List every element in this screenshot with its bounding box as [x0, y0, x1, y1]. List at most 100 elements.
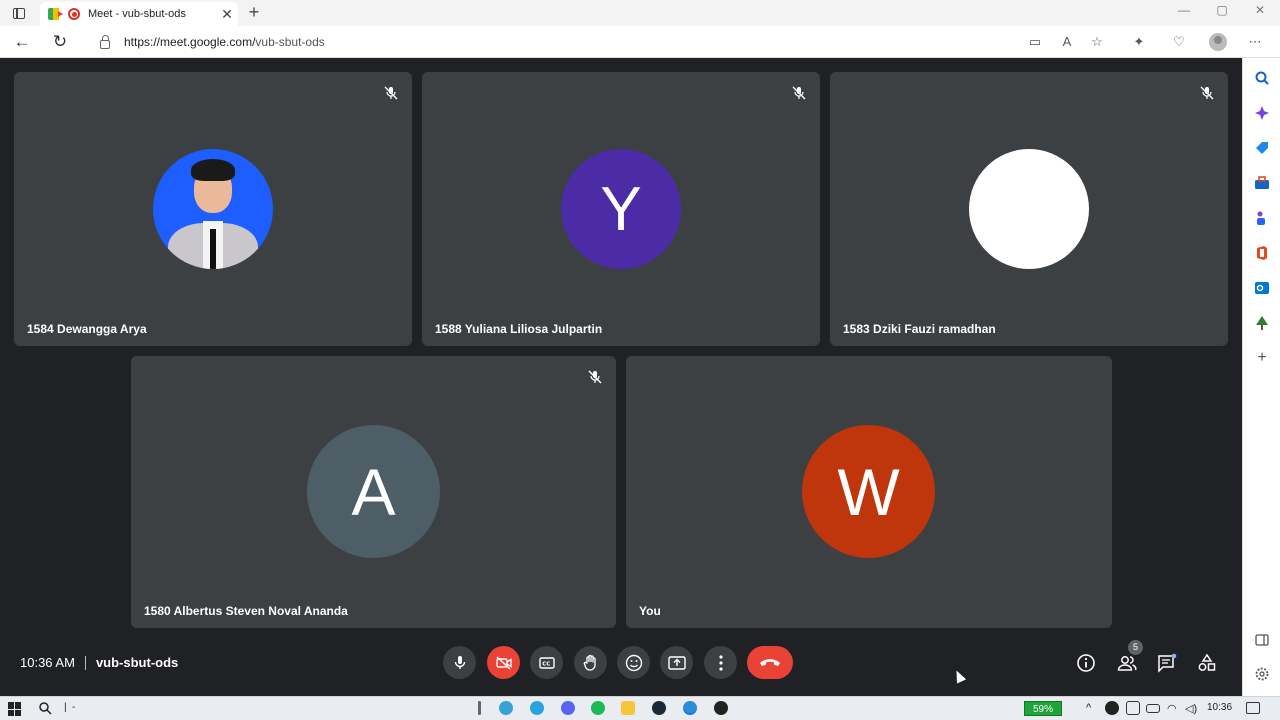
edge-browser-icon[interactable] — [499, 701, 513, 715]
participant-avatar: A — [307, 425, 440, 558]
participant-tile[interactable]: 1584 Dewangga Arya — [14, 72, 412, 346]
captions-button[interactable]: CC — [530, 646, 563, 679]
read-aloud-icon[interactable]: A — [1058, 33, 1076, 51]
shopping-icon[interactable] — [1254, 140, 1270, 156]
activities-button[interactable] — [1196, 652, 1218, 674]
more-options-icon — [718, 654, 723, 671]
search-icon[interactable] — [38, 701, 52, 715]
participant-tile[interactable]: A 1580 Albertus Steven Noval Ananda — [131, 356, 616, 628]
self-avatar: W — [802, 425, 935, 558]
close-window-icon[interactable]: ✕ — [1248, 3, 1272, 17]
raise-hand-button[interactable] — [574, 646, 607, 679]
browser-tab[interactable]: Meet - vub-sbut-ods ✕ — [40, 2, 238, 26]
battery-indicator[interactable]: 59% — [1024, 701, 1062, 716]
telegram-icon[interactable] — [530, 701, 544, 715]
recording-icon — [68, 8, 80, 20]
mic-button[interactable] — [443, 646, 476, 679]
chat-button[interactable] — [1156, 652, 1178, 674]
edge-sidebar: + — [1242, 58, 1280, 696]
favorite-icon[interactable]: ☆ — [1088, 33, 1106, 51]
tab-actions-icon[interactable] — [8, 4, 30, 22]
tools-icon[interactable] — [1254, 175, 1270, 191]
battery-icon[interactable] — [1146, 704, 1160, 713]
participant-name: 1583 Dziki Fauzi ramadhan — [843, 322, 996, 336]
outlook-icon[interactable] — [1254, 280, 1270, 296]
profile-avatar[interactable] — [1209, 33, 1227, 51]
close-tab-icon[interactable]: ✕ — [216, 6, 238, 23]
divider — [84, 655, 86, 670]
present-button[interactable] — [660, 646, 693, 679]
volume-icon[interactable]: ◁) — [1185, 702, 1197, 715]
minimize-icon[interactable]: — — [1172, 3, 1196, 17]
add-icon[interactable]: + — [1254, 350, 1270, 366]
camera-off-icon — [495, 655, 512, 670]
office-icon[interactable] — [1254, 245, 1270, 261]
camera-permission-icon[interactable]: ▭ — [1026, 33, 1044, 51]
activities-icon — [1198, 653, 1216, 671]
file-explorer-icon[interactable] — [621, 701, 635, 715]
url-field[interactable]: https://meet.google.com/vub-sbut-ods — [86, 30, 1120, 54]
reload-icon[interactable]: ↻ — [50, 32, 70, 52]
notification-icon[interactable] — [1246, 702, 1260, 714]
chevron-up-icon[interactable]: ^ — [1086, 702, 1091, 714]
more-options-button[interactable] — [704, 646, 737, 679]
tab-title: Meet - vub-sbut-ods — [88, 8, 186, 20]
camera-button[interactable] — [487, 646, 520, 679]
hang-up-icon — [760, 658, 780, 666]
participant-name: 1588 Yuliana Liliosa Julpartin — [435, 322, 603, 336]
address-bar: ← ↻ https://meet.google.com/vub-sbut-ods… — [0, 26, 1280, 58]
people-button[interactable] — [1116, 652, 1138, 674]
new-tab-button[interactable]: + — [244, 2, 264, 23]
discord-icon[interactable] — [561, 701, 575, 715]
edge-active-icon[interactable] — [683, 701, 697, 715]
lock-icon — [100, 34, 110, 49]
participant-tile[interactable]: Y 1588 Yuliana Liliosa Julpartin — [422, 72, 820, 346]
mic-icon — [454, 655, 465, 669]
mouse-cursor-icon — [951, 668, 967, 684]
spotify-icon[interactable] — [591, 701, 605, 715]
participant-name: 1580 Albertus Steven Noval Ananda — [144, 604, 348, 618]
participant-avatar: Y — [561, 149, 681, 269]
url-text: https://meet.google.com/vub-sbut-ods — [124, 35, 325, 49]
meeting-time: 10:36 AM — [20, 655, 75, 670]
copilot-icon[interactable] — [1254, 105, 1270, 121]
maximize-icon[interactable]: ▢ — [1210, 3, 1234, 17]
leave-call-button[interactable] — [747, 646, 793, 679]
wifi-icon[interactable]: ◠ — [1167, 702, 1177, 715]
games-icon[interactable] — [1254, 210, 1270, 226]
start-icon[interactable] — [8, 702, 22, 716]
sidebar-toggle-icon[interactable] — [1254, 632, 1270, 648]
tree-icon[interactable] — [1254, 315, 1270, 331]
svg-text:CC: CC — [542, 661, 550, 667]
clock[interactable]: 10:36 — [1207, 702, 1232, 713]
present-icon — [667, 655, 686, 670]
tray-window-icon[interactable] — [1126, 701, 1140, 715]
browser-essentials-icon[interactable]: ♡ — [1170, 33, 1188, 51]
meeting-code: vub-sbut-ods — [95, 655, 179, 670]
tray-app-icon[interactable] — [1105, 701, 1119, 715]
mic-off-icon — [588, 370, 602, 384]
gear-icon[interactable] — [1254, 666, 1270, 682]
taskbar-divider — [478, 701, 481, 715]
captions-icon: CC — [538, 656, 555, 669]
obs-icon[interactable] — [714, 701, 728, 715]
participant-count-badge: 5 — [1128, 640, 1143, 655]
browser-tab-bar: Meet - vub-sbut-ods ✕ + — ▢ ✕ — [0, 0, 1280, 26]
info-icon — [1077, 654, 1095, 672]
mic-off-icon — [384, 86, 398, 100]
emoji-icon — [625, 654, 642, 671]
extensions-icon[interactable]: ✦ — [1130, 33, 1148, 51]
participant-tile[interactable]: 1583 Dziki Fauzi ramadhan — [830, 72, 1228, 346]
participant-photo — [153, 149, 273, 269]
steam-icon[interactable] — [652, 701, 666, 715]
people-icon — [1117, 656, 1137, 671]
search-icon[interactable] — [1254, 70, 1270, 86]
participant-name: You — [639, 604, 661, 618]
windows-taskbar: | - 59% ^ ◠ ◁) 10:36 — [0, 696, 1280, 720]
emoji-button[interactable] — [617, 646, 650, 679]
meeting-details-button[interactable] — [1075, 652, 1097, 674]
settings-more-icon[interactable]: ⋯ — [1246, 33, 1264, 51]
self-tile[interactable]: W You — [626, 356, 1112, 628]
chat-icon — [1158, 653, 1177, 673]
back-icon[interactable]: ← — [12, 32, 32, 52]
